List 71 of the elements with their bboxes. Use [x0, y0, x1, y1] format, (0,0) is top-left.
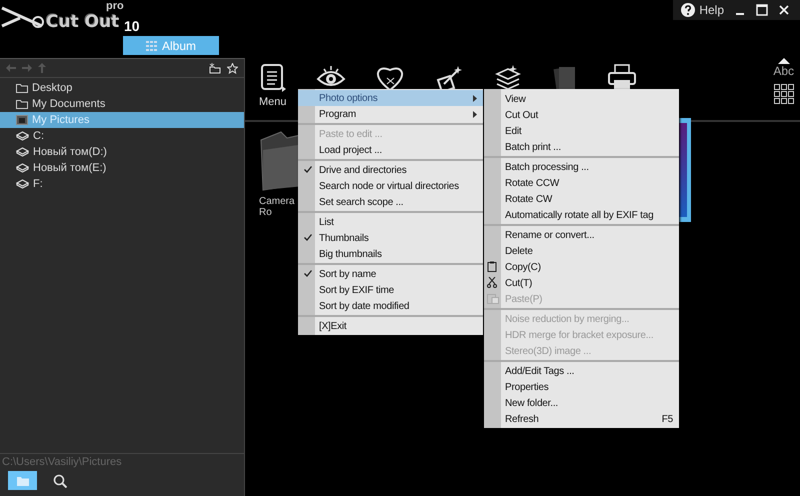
- sort-button[interactable]: Abc: [773, 58, 794, 78]
- menu-item[interactable]: Photo options: [298, 90, 483, 106]
- menu-item[interactable]: Copy(C): [484, 259, 679, 275]
- new-folder-icon: [209, 62, 221, 74]
- menu-item[interactable]: View: [484, 91, 679, 107]
- folder-icon: [16, 476, 28, 486]
- menu-item[interactable]: Load project ...: [298, 142, 483, 158]
- menu-item[interactable]: List: [298, 214, 483, 230]
- menu-tool[interactable]: Menu: [259, 64, 287, 108]
- picture-folder-icon: [16, 115, 28, 125]
- drive-icon: [16, 131, 29, 141]
- printer-tool[interactable]: [606, 64, 637, 92]
- menu-item[interactable]: Add/Edit Tags ...: [484, 363, 679, 379]
- grid-icon: [146, 40, 158, 50]
- menu-item[interactable]: Edit: [484, 123, 679, 139]
- version-number: 10: [124, 18, 140, 34]
- shortcut-text: F5: [662, 414, 673, 424]
- folder-icon: [16, 99, 28, 109]
- menu-item[interactable]: Properties: [484, 379, 679, 395]
- menu-item[interactable]: New folder...: [484, 395, 679, 411]
- menu-item[interactable]: Refresh F5: [484, 411, 679, 427]
- drive-icon: [16, 179, 29, 189]
- forward-arrow-icon: [22, 64, 32, 72]
- tree-item[interactable]: My Documents: [0, 96, 244, 112]
- edition-label: pro: [106, 0, 124, 12]
- up-arrow-icon: [38, 63, 46, 73]
- folder-icon: [16, 83, 28, 93]
- menu-item[interactable]: Program: [298, 106, 483, 122]
- search-icon: [52, 474, 66, 488]
- path-text: C:\Users\Vasiliy\Pictures: [2, 456, 122, 468]
- clipboard-icon: [487, 261, 497, 272]
- menu-item[interactable]: Set search scope ...: [298, 194, 483, 210]
- menu-icon: [260, 64, 286, 92]
- menu-item[interactable]: Automatically rotate all by EXIF tag: [484, 207, 679, 223]
- menu-item[interactable]: Cut(T): [484, 275, 679, 291]
- menu-item[interactable]: [X]Exit: [298, 318, 483, 334]
- menu-item[interactable]: Delete: [484, 243, 679, 259]
- paste-icon: [487, 293, 499, 304]
- menu-item[interactable]: Sort by date modified: [298, 298, 483, 314]
- photo-thumbnail[interactable]: [679, 118, 691, 222]
- star-icon: [227, 62, 238, 74]
- menu-item[interactable]: Sort by EXIF time: [298, 282, 483, 298]
- tree-item[interactable]: Новый том(E:): [0, 160, 244, 176]
- stack-tool[interactable]: [492, 64, 523, 92]
- menu-item[interactable]: Sort by name: [298, 266, 483, 282]
- menu-item[interactable]: Rename or convert...: [484, 227, 679, 243]
- maximize-icon[interactable]: [756, 4, 768, 16]
- drive-icon: [16, 163, 29, 173]
- grid-view-icon[interactable]: [774, 84, 794, 104]
- menu-item[interactable]: Search node or virtual directories: [298, 178, 483, 194]
- close-icon[interactable]: [778, 4, 790, 16]
- tree-item[interactable]: F:: [0, 176, 244, 192]
- menu-item[interactable]: Cut Out: [484, 107, 679, 123]
- menu-item[interactable]: Thumbnails: [298, 230, 483, 246]
- menu-item[interactable]: Rotate CCW: [484, 175, 679, 191]
- cards-icon: [552, 64, 578, 92]
- menu-item[interactable]: Rotate CW: [484, 191, 679, 207]
- scissors-icon: [487, 277, 497, 288]
- menu-item[interactable]: Batch print ...: [484, 139, 679, 155]
- tree-item[interactable]: Desktop: [0, 80, 244, 96]
- back-arrow-icon: [6, 64, 16, 72]
- drive-icon: [16, 147, 29, 157]
- triangle-up-icon: [778, 58, 790, 64]
- tree-item[interactable]: C:: [0, 128, 244, 144]
- logo-text: Cut Out: [46, 12, 120, 32]
- menu-item[interactable]: Big thumbnails: [298, 246, 483, 262]
- menu-item[interactable]: Batch processing ...: [484, 159, 679, 175]
- menu-item[interactable]: Drive and directories: [298, 162, 483, 178]
- help-icon: [681, 3, 696, 17]
- tree-item[interactable]: Новый том(D:): [0, 144, 244, 160]
- thumbnail-label: Camera Ro: [259, 196, 296, 218]
